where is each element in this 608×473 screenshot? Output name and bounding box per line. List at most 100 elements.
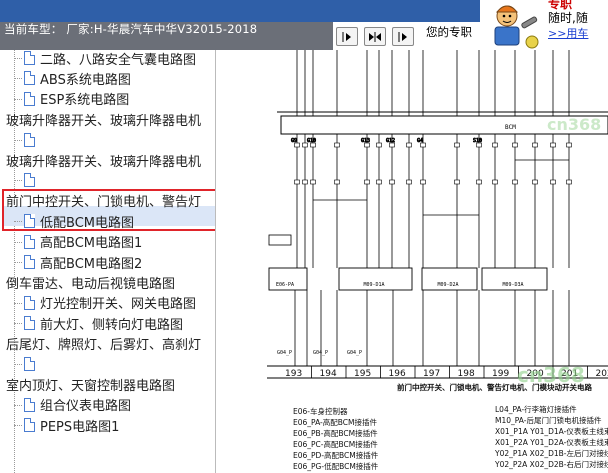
pin-label: G4 [417,138,423,144]
expand-button[interactable] [364,27,386,46]
pin-marker [310,179,316,185]
legend-entry: L04_PA-行李箱灯接插件 [495,404,577,414]
pin-marker [334,179,340,185]
ruler-number: 199 [492,369,509,379]
tree-branch [14,302,22,304]
ad-link[interactable]: >>用车 [548,25,588,41]
pin-marker [512,142,518,148]
legend-entry: E06_PG-低配BCM接插件 [293,461,379,471]
arrow-left-icon [342,31,351,42]
tree-item-label: 玻璃升降器开关、玻璃升降器电机 [6,154,202,170]
pin-marker [376,142,382,148]
pin-marker [492,142,498,148]
pin-marker [334,142,340,148]
document-icon [24,91,35,106]
document-icon [24,234,35,249]
tree-leaf[interactable]: 二路、八路安全气囊电路图 [24,50,196,68]
bus-label: BCM [505,124,516,131]
tree-leaf[interactable] [24,170,40,190]
tree-leaf[interactable] [24,130,40,150]
sidebar-tree: 二路、八路安全气囊电路图 ABS系统电路图 ESP系统电路图 玻璃升降器开关、玻璃升降… [0,50,216,473]
ruler-number: 195 [354,369,371,379]
tree-branch [14,180,22,182]
tree-item-label: 高配BCM电路图1 [40,236,143,252]
pin-marker [406,179,412,185]
legend-entry: E06_PC-高配BCM接插件 [293,439,378,449]
pin-marker [302,179,308,185]
pin-marker [532,179,538,185]
tree-leaf[interactable]: ABS系统电路图 [24,68,131,88]
document-icon [24,71,35,86]
ruler-number: 198 [458,369,475,379]
tree-leaf[interactable]: 高配BCM电路图1 [24,232,142,252]
pin-label: S10 [473,138,482,144]
header-band [0,0,480,22]
document-icon [24,295,35,310]
pin-marker [550,142,556,148]
mechanic-icon [485,0,543,50]
tree-branch [14,58,22,59]
top-header: 当前车型： 厂家:H-华晨汽车中华V32015-2018 您的专职 专职 随时,… [0,0,608,50]
legend-entry: E06_PD-高配BCM接插件 [293,450,379,460]
document-icon [24,132,35,147]
pin-marker [454,179,460,185]
service-ad[interactable]: 专职 随时,随 >>用车 [485,0,608,50]
tree-category[interactable]: 玻璃升降器开关、玻璃升降器电机 [6,150,201,170]
tree-leaf[interactable] [24,354,40,374]
pin-label: G9 [291,138,297,144]
tree-category[interactable]: 倒车雷达、电动后视镜电路图 [6,272,175,292]
current-vehicle-label: 当前车型： 厂家:H-华晨汽车中华V32015-2018 [4,22,258,36]
pin-label: G13 [361,138,370,144]
legend-entry: M10_PA-后尾门门锁电机接插件 [495,415,602,425]
tree-leaf[interactable]: 组合仪表电路图 [24,395,131,415]
tree-branch [14,404,22,406]
document-icon [24,397,35,412]
highlight-box [2,189,215,231]
expand-icon [369,31,381,42]
pin-marker [454,142,460,148]
pin-marker [376,179,382,185]
pin-marker [420,179,426,185]
document-icon [24,255,35,269]
document-icon [24,51,35,65]
tree-category[interactable]: 室内顶灯、天窗控制器电路图 [6,374,175,394]
tree-branch [14,221,22,223]
exclusive-service-label: 您的专职 [426,25,472,39]
ruler-number: 194 [320,369,337,379]
pin-marker [406,142,412,148]
pin-marker [492,179,498,185]
pin-marker [512,179,518,185]
tree-item-label: 后尾灯、牌照灯、后雾灯、高刹灯 [6,338,202,354]
legend-entry: X01_P1A Y01_D1A-仪表板主线束 [495,426,608,436]
pin-marker [476,179,482,185]
ground-label: G04_P [277,350,292,356]
pin-label: G12 [386,138,395,144]
tree-item-label: 高配BCM电路图2 [40,256,143,272]
document-icon [24,173,35,188]
watermark: cn368 [547,115,601,134]
ruler-number: 202 [596,369,608,379]
ad-subtitle: 随时,随 [548,11,588,25]
tree-branch [14,78,22,80]
tree-leaf[interactable]: 灯光控制开关、网关电路图 [24,293,196,313]
tree-leaf[interactable]: ESP系统电路图 [24,89,129,109]
arrow-right-icon [398,31,407,42]
tree-category[interactable]: 后尾灯、牌照灯、后雾灯、高刹灯 [6,334,201,354]
tree-item-label: ESP系统电路图 [40,93,130,109]
next-button[interactable] [392,27,414,46]
legend-entry: Y02_P2A X02_D2B-右后门对接线束 [494,459,608,469]
tree-leaf[interactable]: 高配BCM电路图2 [24,252,142,272]
tree-leaf[interactable]: PEPS电路图1 [24,415,119,435]
document-icon [24,316,35,331]
connector-label: M09-D1A [364,282,385,288]
tree-leaf[interactable]: 前大灯、侧转向灯电路图 [24,313,183,333]
tree-branch [14,364,22,365]
tree-branch [14,262,22,263]
pin-marker [550,179,556,185]
prev-button[interactable] [336,27,358,46]
tree-item-label: 室内顶灯、天窗控制器电路图 [6,378,176,394]
ground-label: G04_P [313,350,328,356]
tree-category[interactable]: 玻璃升降器开关、玻璃升降器电机 [6,109,201,129]
pin-marker [389,179,395,185]
connector-label: M09-D2A [438,282,459,288]
